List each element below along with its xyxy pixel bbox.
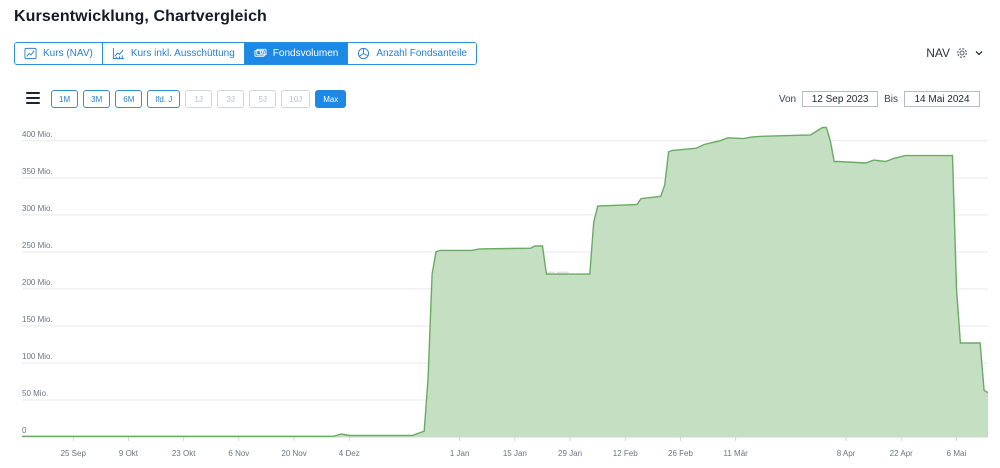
y-tick-label: 100 Mio. [22, 352, 53, 361]
range-ytd-button[interactable]: lfd. J [147, 90, 181, 108]
date-to-label: Bis [884, 93, 898, 105]
x-tick-label: 23 Okt [172, 449, 196, 458]
range-1y-button[interactable]: 1J [185, 90, 213, 108]
y-tick-label: 150 Mio. [22, 315, 53, 324]
tab-label: Anzahl Fondsanteile [376, 48, 467, 59]
x-tick-label: 22 Apr [890, 449, 913, 458]
currency-select[interactable]: NAV [926, 46, 984, 60]
range-max-button[interactable]: Max [315, 90, 347, 108]
x-tick-label: 11 Mär [724, 449, 749, 458]
y-tick-label: 200 Mio. [22, 278, 53, 287]
x-tick-label: 6 Nov [228, 449, 249, 458]
tab-fondsvolumen[interactable]: Fondsvolumen [244, 43, 349, 64]
chart-dividend-icon [112, 47, 124, 60]
x-tick-label: 25 Sep [61, 449, 87, 458]
x-tick-label: 8 Apr [837, 449, 856, 458]
x-tick-label: 9 Okt [119, 449, 139, 458]
hamburger-menu-icon[interactable] [26, 92, 40, 105]
y-tick-label: 300 Mio. [22, 204, 53, 213]
tab-kurs-ausschuettung[interactable]: Kurs inkl. Ausschüttung [102, 43, 245, 64]
pie-chart-icon [358, 47, 370, 60]
date-range: Von 12 Sep 2023 Bis 14 Mai 2024 [777, 91, 980, 107]
date-to-input[interactable]: 14 Mai 2024 [904, 91, 980, 107]
chevron-down-icon [975, 51, 983, 56]
line-chart-icon [24, 47, 37, 60]
x-tick-label: 6 Mai [947, 449, 967, 458]
tab-anzahl-fondsanteile[interactable]: Anzahl Fondsanteile [348, 43, 476, 64]
chart-type-tabs: Kurs (NAV) Kurs inkl. Ausschüttung Fonds… [14, 42, 477, 65]
money-icon [254, 48, 267, 57]
gear-icon [957, 48, 967, 58]
tab-label: Fondsvolumen [272, 48, 339, 59]
range-5y-button[interactable]: 5J [249, 90, 277, 108]
y-tick-label: 250 Mio. [22, 241, 53, 250]
date-from-input[interactable]: 12 Sep 2023 [802, 91, 879, 107]
currency-select-label: NAV [926, 46, 950, 60]
range-1m-button[interactable]: 1M [51, 90, 79, 108]
x-tick-label: 12 Feb [613, 449, 638, 458]
tab-label: Kurs inkl. Ausschüttung [130, 48, 235, 59]
range-3m-button[interactable]: 3M [83, 90, 111, 108]
x-tick-label: 26 Feb [668, 449, 693, 458]
y-tick-label: 0 [22, 426, 27, 435]
date-from-label: Von [778, 93, 797, 105]
page-title: Kursentwicklung, Chartvergleich [14, 8, 267, 25]
fund-volume-chart: 0 50 Mio. 100 Mio. 150 Mio. 200 Mio. 250 Mio.… [22, 126, 989, 458]
range-6m-button[interactable]: 6M [115, 90, 143, 108]
x-tick-label: 4 Dez [339, 449, 360, 458]
range-10y-button[interactable]: 10J [281, 90, 311, 108]
x-tick-label: 1 Jan [450, 449, 470, 458]
x-tick-label: 29 Jan [558, 449, 582, 458]
tab-kurs-nav[interactable]: Kurs (NAV) [15, 43, 103, 64]
series-area [22, 127, 988, 437]
y-tick-label: 350 Mio. [22, 167, 53, 176]
range-3y-button[interactable]: 3J [217, 90, 245, 108]
x-axis-ticks: 25 Sep 9 Okt 23 Okt 6 Nov 20 Nov 4 Dez 1 Jan 15… [61, 437, 967, 458]
y-tick-label: 400 Mio. [22, 130, 53, 139]
tab-label: Kurs (NAV) [43, 48, 93, 59]
time-range-buttons: 1M 3M 6M lfd. J 1J 3J 5J 10J Max [51, 90, 347, 108]
y-tick-label: 50 Mio. [22, 389, 48, 398]
x-tick-label: 20 Nov [281, 449, 306, 458]
y-axis-ticks: 0 50 Mio. 100 Mio. 150 Mio. 200 Mio. 250 Mio.… [22, 130, 53, 435]
x-tick-label: 15 Jan [503, 449, 527, 458]
